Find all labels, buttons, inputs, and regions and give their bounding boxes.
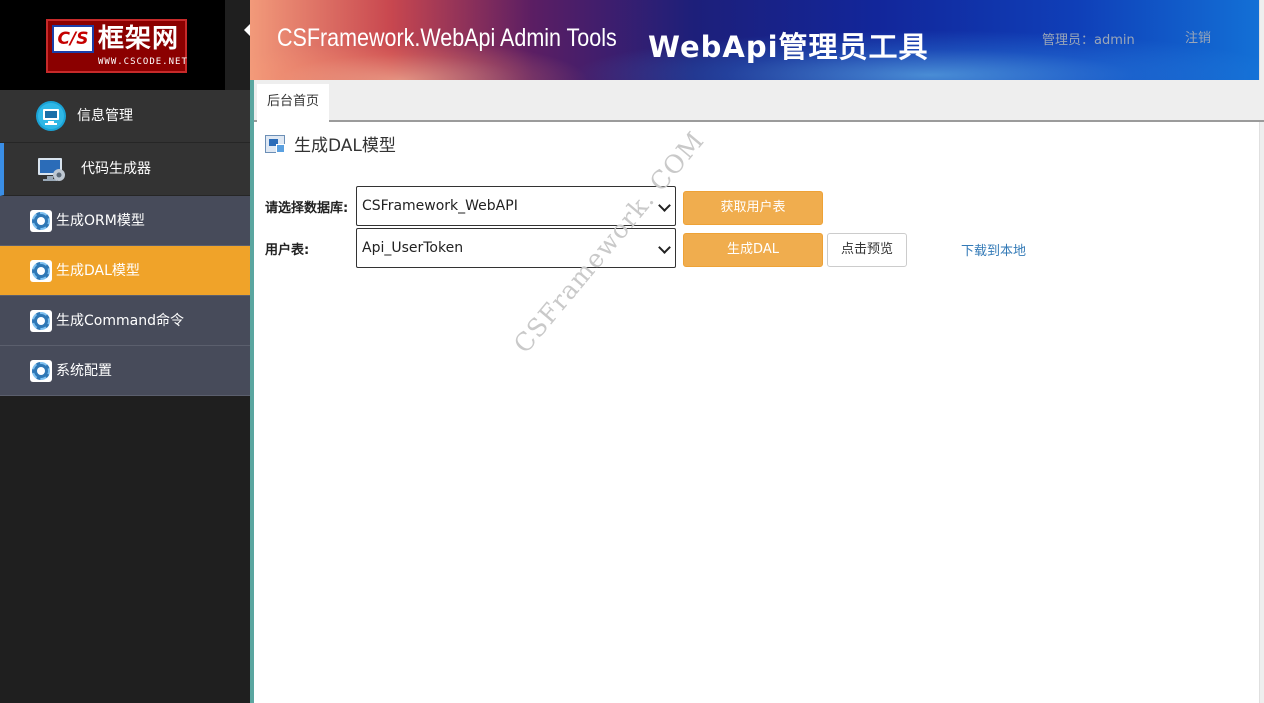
sidebar-item-config[interactable]: 系统配置 (0, 346, 250, 396)
sidebar-item-label: 生成ORM模型 (56, 213, 145, 229)
logo: C/S 框架网 WWW.CSCODE.NET (46, 19, 187, 73)
logo-area: C/S 框架网 WWW.CSCODE.NET (0, 0, 225, 90)
logo-name: 框架网 (98, 24, 180, 54)
tab-bar: 后台首页 (254, 80, 1264, 122)
page-title: 生成DAL模型 (294, 136, 396, 156)
logout-link[interactable]: 注销 (1185, 27, 1211, 46)
sidebar-item-label: 生成DAL模型 (56, 263, 140, 279)
monitor-icon (36, 101, 66, 131)
app-window: C/S 框架网 WWW.CSCODE.NET 信息管理 代码生成器 生成ORM模… (0, 0, 1264, 703)
logo-badge: C/S (52, 25, 94, 53)
chevron-down-icon (658, 241, 671, 254)
generate-dal-button[interactable]: 生成DAL (683, 233, 823, 267)
gear-icon (30, 310, 52, 332)
gear-icon (30, 360, 52, 382)
app-title: CSFramework.WebApi Admin Tools (277, 24, 617, 52)
content-left-rule (250, 80, 254, 703)
sidebar-item-command[interactable]: 生成Command命令 (0, 296, 250, 346)
sidebar-group-info[interactable]: 信息管理 (0, 90, 250, 143)
header-banner: CSFramework.WebApi Admin Tools WebApi管理员… (250, 0, 1259, 80)
admin-label: 管理员：admin (1042, 33, 1135, 48)
tab-home[interactable]: 后台首页 (257, 84, 330, 122)
get-tables-button[interactable]: 获取用户表 (683, 191, 823, 225)
table-select-value: Api_UserToken (362, 240, 464, 256)
sidebar-group-label: 代码生成器 (81, 161, 151, 177)
sidebar: C/S 框架网 WWW.CSCODE.NET 信息管理 代码生成器 生成ORM模… (0, 0, 250, 703)
sidebar-item-dal[interactable]: 生成DAL模型 (0, 246, 250, 296)
table-label: 用户表: (265, 243, 310, 258)
logo-url: WWW.CSCODE.NET (98, 57, 188, 67)
page-icon (265, 135, 285, 153)
sidebar-group-label: 信息管理 (77, 108, 133, 124)
app-subtitle: WebApi管理员工具 (648, 30, 929, 64)
gear-icon (30, 260, 52, 282)
computer-gear-icon (38, 158, 65, 181)
sidebar-item-label: 系统配置 (56, 363, 112, 379)
database-label: 请选择数据库: (265, 201, 349, 216)
download-link[interactable]: 下载到本地 (961, 240, 1026, 259)
sidebar-group-codegen[interactable]: 代码生成器 (0, 143, 250, 196)
sidebar-item-label: 生成Command命令 (56, 313, 184, 329)
preview-button[interactable]: 点击预览 (827, 233, 907, 267)
sidebar-item-orm[interactable]: 生成ORM模型 (0, 196, 250, 246)
database-select-value: CSFramework_WebAPI (362, 198, 518, 214)
gear-icon (30, 210, 52, 232)
sidebar-collapse-tab[interactable] (225, 0, 250, 90)
